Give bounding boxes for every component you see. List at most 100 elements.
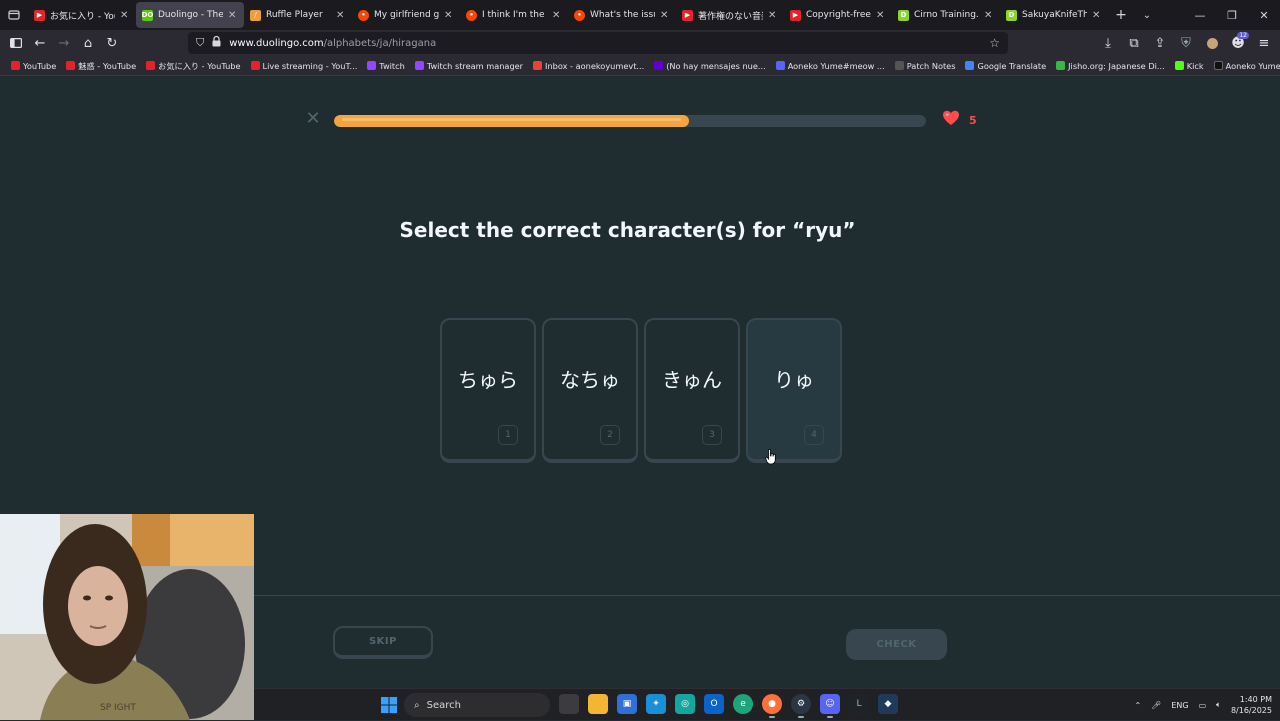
tracking-shield-icon[interactable]: ⛉: [196, 36, 204, 50]
browser-tab[interactable]: D Cirno Training.swf (i ✕: [892, 2, 1000, 28]
progress-shine: [342, 118, 682, 121]
gmail-favicon-icon: [533, 61, 543, 70]
game-app-icon[interactable]: ✦: [646, 694, 666, 714]
discord-favicon-icon: [775, 61, 785, 70]
bookmark-item[interactable]: お気に入り - YouTube: [141, 60, 245, 72]
heart-icon: [942, 110, 960, 130]
taskbar-search-box[interactable]: ⌕ Search: [404, 693, 550, 717]
web-app-icon[interactable]: ◎: [675, 694, 695, 714]
tab-close-icon[interactable]: ✕: [336, 10, 346, 21]
windows-taskbar: ⌕ Search ▣ ✦ ◎ O e ● ⚙ ☺ L ◆ ⌃ 🎤︎ ENG ▭ …: [254, 688, 1280, 720]
bookmark-item[interactable]: Twitch: [362, 61, 410, 71]
network-icon[interactable]: ▭: [1199, 701, 1207, 710]
quit-lesson-close-icon[interactable]: ✕: [304, 110, 322, 128]
tab-close-icon[interactable]: ✕: [984, 10, 994, 21]
tab-close-icon[interactable]: ✕: [228, 10, 238, 21]
account-avatar-icon[interactable]: [1200, 31, 1224, 55]
address-bar[interactable]: ⛉ www.duolingo.com/alphabets/ja/hiragana…: [188, 32, 1008, 54]
choice-kana: りゅ: [774, 368, 814, 392]
tab-close-icon[interactable]: ✕: [120, 10, 130, 21]
close-window-icon[interactable]: ✕: [1248, 0, 1280, 30]
notifications-extension-icon[interactable]: ☻ 12: [1226, 31, 1250, 55]
edge-browser-icon[interactable]: e: [733, 694, 753, 714]
hearts-counter[interactable]: 5: [942, 110, 977, 130]
bookmark-item[interactable]: Inbox - aonekoyumevt...: [528, 61, 649, 71]
volume-icon[interactable]: 🔈︎: [1216, 700, 1221, 710]
bookmark-item[interactable]: Live streaming - YouT...: [246, 61, 363, 71]
bookmark-item[interactable]: 魅惑 - YouTube: [61, 60, 141, 72]
browser-tab[interactable]: D SakuyaKnifeThrowe ✕: [1000, 2, 1108, 28]
browser-tab-active[interactable]: DO Duolingo - The wor ✕: [136, 2, 244, 28]
url-host: www.duolingo.com: [229, 37, 324, 49]
bookmark-item[interactable]: YouTube: [6, 61, 61, 71]
browser-tab[interactable]: / Ruffle Player ✕: [244, 2, 352, 28]
bookmark-item[interactable]: Jisho.org: Japanese Di...: [1051, 61, 1170, 71]
downloads-icon[interactable]: ⤓: [1096, 31, 1120, 55]
tab-close-icon[interactable]: ✕: [660, 10, 670, 21]
answer-choice-3[interactable]: きゅん 3: [644, 318, 740, 463]
clock[interactable]: 1:40 PM 8/16/2025: [1231, 694, 1272, 716]
youtube-favicon-icon: [146, 61, 156, 70]
file-explorer-icon[interactable]: [588, 694, 608, 714]
reload-icon[interactable]: ↻: [100, 31, 124, 55]
answer-choice-1[interactable]: ちゅら 1: [440, 318, 536, 463]
save-to-pocket-icon[interactable]: ⇪: [1148, 31, 1172, 55]
restore-icon[interactable]: ❐: [1216, 0, 1248, 30]
bookmark-item[interactable]: (No hay mensajes nue...: [649, 61, 770, 71]
lock-icon[interactable]: [212, 35, 221, 50]
minimize-icon[interactable]: —: [1184, 0, 1216, 30]
back-arrow-icon[interactable]: ←: [28, 31, 52, 55]
league-client-icon[interactable]: L: [849, 694, 869, 714]
forward-arrow-icon[interactable]: →: [52, 31, 76, 55]
jisho-favicon-icon: [1056, 61, 1066, 70]
browser-tab[interactable]: • My girlfriend ghost ✕: [352, 2, 460, 28]
task-view-icon[interactable]: [559, 694, 579, 714]
browser-tab[interactable]: ▶ お気に入り - YouTu ✕: [28, 2, 136, 28]
bookmark-label: Patch Notes: [906, 60, 956, 71]
browser-tab[interactable]: • What's the issue wi ✕: [568, 2, 676, 28]
browser-tab[interactable]: ▶ 著作権のない音楽 · ✕: [676, 2, 784, 28]
browser-tab[interactable]: ▶ Copyright-free ✕: [784, 2, 892, 28]
bookmark-star-icon[interactable]: ☆: [989, 36, 1000, 50]
home-icon[interactable]: ⌂: [76, 31, 100, 55]
privacy-extension-icon[interactable]: ⛨: [1174, 31, 1198, 55]
browser-tab[interactable]: • I think I'm the last p ✕: [460, 2, 568, 28]
launcher-app-icon[interactable]: ◆: [878, 694, 898, 714]
lesson-progress-fill: [334, 115, 690, 127]
steam-icon[interactable]: ⚙: [791, 694, 811, 718]
extensions-icon[interactable]: ⧉: [1122, 31, 1146, 55]
bookmark-item[interactable]: Kick: [1170, 61, 1209, 71]
tab-overflow-chevron-icon[interactable]: ⌄: [1134, 2, 1160, 28]
show-hidden-icons-chevron-icon[interactable]: ⌃: [1134, 701, 1141, 710]
tab-close-icon[interactable]: ✕: [444, 10, 454, 21]
tab-close-icon[interactable]: ✕: [552, 10, 562, 21]
input-language[interactable]: ENG: [1171, 701, 1188, 710]
firefox-icon[interactable]: ●: [762, 694, 782, 718]
bookmarks-bar: YouTube 魅惑 - YouTube お気に入り - YouTube Liv…: [0, 56, 1280, 76]
taskbar-search-label: Search: [426, 699, 461, 711]
youtube-favicon-icon: [250, 61, 260, 70]
answer-choice-2[interactable]: なちゅ 2: [542, 318, 638, 463]
microsoft-store-icon[interactable]: ▣: [617, 694, 637, 714]
bookmark-item[interactable]: Patch Notes: [890, 61, 961, 71]
sidebar-toggle-icon[interactable]: [4, 31, 28, 55]
app-menu-icon[interactable]: ≡: [1252, 31, 1276, 55]
tab-close-icon[interactable]: ✕: [876, 10, 886, 21]
tab-close-icon[interactable]: ✕: [1092, 10, 1102, 21]
discord-icon[interactable]: ☺: [820, 694, 840, 718]
lesson-progress-bar: [334, 115, 926, 127]
bookmark-item[interactable]: Aoneko Yume (@aone...: [1209, 61, 1280, 71]
webcam-feed-image: SP IGHT: [0, 514, 254, 720]
skip-button[interactable]: SKIP: [333, 626, 433, 659]
microphone-icon[interactable]: 🎤︎: [1151, 701, 1161, 710]
windows-start-icon[interactable]: [381, 697, 397, 717]
outlook-icon[interactable]: O: [704, 694, 724, 714]
new-tab-icon[interactable]: +: [1108, 2, 1134, 28]
check-button[interactable]: CHECK: [846, 629, 947, 660]
tab-list-icon[interactable]: [0, 0, 28, 30]
bookmark-item[interactable]: Twitch stream manager: [410, 61, 528, 71]
tab-close-icon[interactable]: ✕: [768, 10, 778, 21]
bookmark-item[interactable]: Google Translate: [960, 61, 1051, 71]
bookmark-item[interactable]: Aoneko Yume#meow ...: [771, 61, 890, 71]
answer-choice-4[interactable]: りゅ 4: [746, 318, 842, 463]
